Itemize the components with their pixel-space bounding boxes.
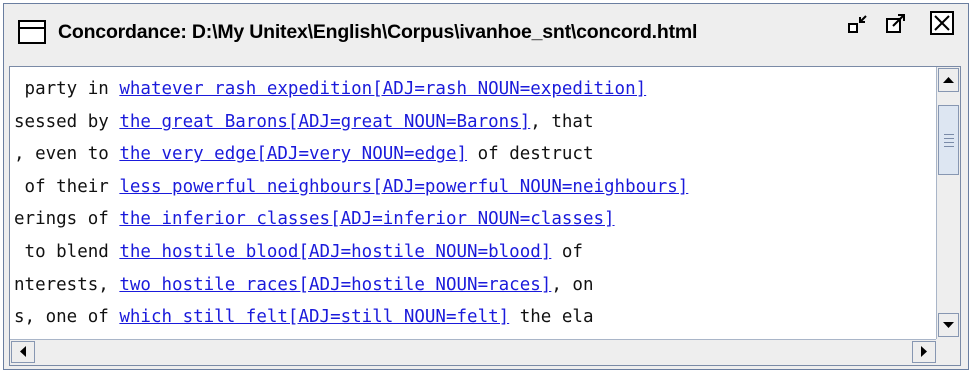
left-context: sessed by (14, 111, 120, 132)
concordance-line: erings of the inferior classes[ADJ=infer… (14, 203, 932, 236)
close-icon (934, 15, 950, 31)
right-context: of (551, 241, 583, 262)
arrow-down-icon (943, 322, 954, 328)
match-link[interactable]: whatever rash expedition[ADJ=rash NOUN=e… (119, 79, 646, 99)
scroll-down-button[interactable] (938, 313, 959, 337)
arrow-up-icon (943, 77, 954, 83)
vertical-scroll-thumb[interactable] (938, 105, 959, 175)
concordance-line: of their less powerful neighbours[ADJ=po… (14, 171, 932, 204)
vertical-scrollbar[interactable] (936, 67, 960, 339)
right-context: , that (530, 111, 594, 132)
concordance-line: to blend the hostile blood[ADJ=hostile N… (14, 236, 932, 269)
match-link[interactable]: two hostile races[ADJ=hostile NOUN=races… (119, 275, 551, 295)
left-context: to blend (14, 241, 120, 262)
match-link[interactable]: which still felt[ADJ=still NOUN=felt] (119, 307, 509, 327)
left-context: s, one of (14, 307, 120, 328)
left-context: erings of (14, 209, 120, 230)
left-context: party in (14, 79, 120, 99)
scroll-up-button[interactable] (938, 68, 959, 92)
match-link[interactable]: the inferior classes[ADJ=inferior NOUN=c… (119, 209, 614, 229)
maximize-icon (886, 14, 905, 33)
maximize-button[interactable] (885, 13, 907, 35)
right-context: of destruct (467, 144, 594, 165)
scrollbar-corner (936, 339, 960, 365)
window-icon (18, 20, 46, 44)
concordance-line: nterests, two hostile races[ADJ=hostile … (14, 269, 932, 302)
concordance-list: party in whatever rash expedition[ADJ=ra… (14, 73, 932, 334)
concordance-line: , even to the very edge[ADJ=very NOUN=ed… (14, 138, 932, 171)
left-context: of their (14, 176, 120, 197)
concordance-line: party in whatever rash expedition[ADJ=ra… (14, 73, 932, 106)
scroll-left-button[interactable] (11, 341, 35, 363)
right-context: the ela (509, 307, 594, 328)
close-button[interactable] (930, 11, 954, 35)
minimize-icon (848, 15, 867, 33)
minimize-button[interactable] (847, 13, 869, 35)
arrow-right-icon (921, 346, 927, 357)
left-context: nterests, (14, 274, 120, 295)
match-link[interactable]: less powerful neighbours[ADJ=powerful NO… (119, 177, 688, 197)
arrow-left-icon (20, 346, 26, 357)
concordance-line: sessed by the great Barons[ADJ=great NOU… (14, 106, 932, 139)
left-context: , even to (14, 144, 120, 165)
right-context: , on (551, 274, 594, 295)
concordance-panel[interactable]: party in whatever rash expedition[ADJ=ra… (9, 66, 961, 366)
title-bar[interactable]: Concordance: D:\My Unitex\English\Corpus… (6, 6, 964, 58)
horizontal-scrollbar[interactable] (10, 339, 938, 365)
match-link[interactable]: the great Barons[ADJ=great NOUN=Barons] (119, 112, 530, 132)
window-title: Concordance: D:\My Unitex\English\Corpus… (58, 20, 698, 43)
match-link[interactable]: the hostile blood[ADJ=hostile NOUN=blood… (119, 242, 551, 262)
match-link[interactable]: the very edge[ADJ=very NOUN=edge] (119, 144, 467, 164)
concordance-line: s, one of which still felt[ADJ=still NOU… (14, 301, 932, 334)
scroll-right-button[interactable] (912, 341, 936, 363)
